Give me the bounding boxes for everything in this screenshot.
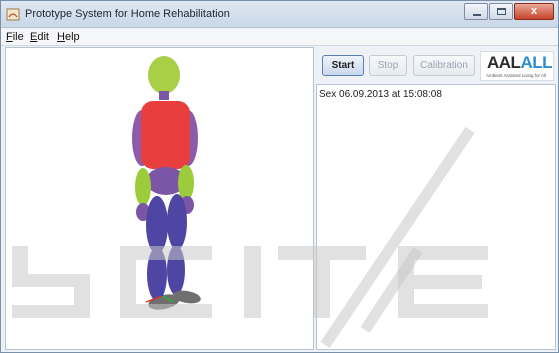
java-app-icon bbox=[6, 8, 20, 21]
minimize-icon bbox=[473, 14, 481, 16]
control-panel: Start Stop Calibration AALALL Ambient As… bbox=[316, 47, 556, 350]
avatar-right-thigh bbox=[167, 194, 187, 250]
app-window: Prototype System for Home Rehabilitation… bbox=[0, 0, 559, 353]
logo-aal-text: AAL bbox=[487, 53, 521, 72]
aal-all-logo: AALALL Ambient Assisted Living for All bbox=[480, 51, 554, 81]
logo-tagline: Ambient Assisted Living for All bbox=[486, 73, 547, 78]
avatar-left-thigh bbox=[146, 196, 168, 254]
toolbar: Start Stop Calibration AALALL Ambient As… bbox=[316, 47, 556, 83]
start-button[interactable]: Start bbox=[322, 55, 364, 76]
minimize-button[interactable] bbox=[464, 3, 488, 20]
window-controls: x bbox=[463, 3, 554, 21]
avatar-left-forearm bbox=[135, 168, 151, 206]
log-line: Sex 06.09.2013 at 15:08:08 bbox=[319, 89, 442, 100]
menu-bar: File Edit Help bbox=[1, 29, 558, 46]
avatar-right-shin bbox=[167, 245, 185, 295]
calibration-button[interactable]: Calibration bbox=[413, 55, 475, 76]
close-button[interactable]: x bbox=[514, 3, 554, 20]
logo-all-text: ALL bbox=[520, 53, 552, 72]
menu-help-mnemonic: H bbox=[57, 31, 65, 43]
avatar-neck bbox=[159, 91, 169, 100]
menu-edit[interactable]: Edit bbox=[30, 31, 49, 43]
logo-wordmark: AALALL bbox=[487, 53, 552, 73]
stop-button[interactable]: Stop bbox=[369, 55, 407, 76]
title-bar: Prototype System for Home Rehabilitation… bbox=[1, 1, 558, 28]
menu-help[interactable]: Help bbox=[57, 31, 80, 43]
menu-help-rest: elp bbox=[64, 31, 80, 43]
maximize-icon bbox=[497, 8, 506, 15]
avatar-head bbox=[148, 56, 180, 94]
avatar-torso bbox=[141, 101, 190, 169]
avatar-figure bbox=[132, 56, 201, 310]
avatar-left-shin bbox=[147, 247, 167, 301]
menu-file-rest: ile bbox=[12, 31, 24, 43]
session-log[interactable]: Sex 06.09.2013 at 15:08:08 bbox=[316, 84, 556, 350]
menu-file-mnemonic: F bbox=[6, 31, 13, 43]
menu-edit-rest: dit bbox=[37, 31, 49, 43]
menu-file[interactable]: File bbox=[6, 31, 24, 43]
close-icon: x bbox=[530, 5, 538, 17]
window-title: Prototype System for Home Rehabilitation bbox=[25, 8, 230, 20]
avatar-right-forearm bbox=[178, 165, 194, 201]
maximize-button[interactable] bbox=[489, 3, 513, 20]
skeleton-3d-view[interactable] bbox=[5, 47, 314, 350]
